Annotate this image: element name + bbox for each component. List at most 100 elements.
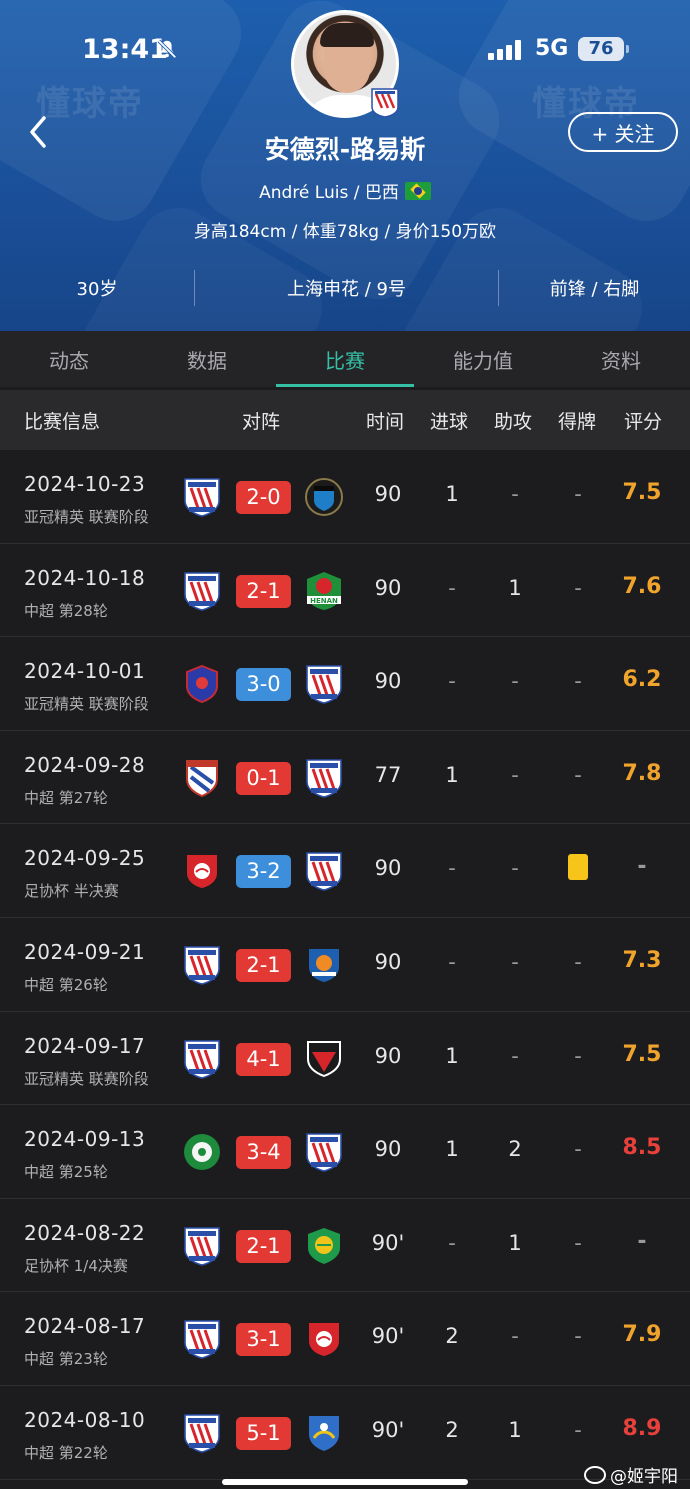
match-date: 2024-09-17 [24, 1033, 146, 1058]
match-score: 2-0 [236, 481, 291, 514]
match-competition: 足协杯 半决赛 [24, 882, 119, 901]
match-competition: 亚冠精英 联赛阶段 [24, 695, 149, 714]
goals-value: 1 [445, 1043, 459, 1068]
shenhua-logo [303, 663, 345, 705]
match-row[interactable]: 2024-08-22 足协杯 1/4决赛 2-1 90' - 1 - - [0, 1198, 690, 1293]
match-date: 2024-08-10 [24, 1407, 146, 1432]
match-row[interactable]: 2024-10-23 亚冠精英 联赛阶段 2-0 90 1 - - 7.5 [0, 450, 690, 544]
match-competition: 亚冠精英 联赛阶段 [24, 508, 149, 526]
meizhou-logo [181, 757, 223, 799]
match-score: 0-1 [236, 761, 291, 795]
match-row[interactable]: 2024-08-17 中超 第23轮 3-1 90' 2 - - 7.9 [0, 1292, 690, 1386]
match-date: 2024-08-22 [24, 1220, 146, 1245]
assists-value: - [511, 949, 519, 974]
shenhua-logo [181, 1038, 223, 1080]
guoan-logo [303, 1225, 345, 1267]
header-rating: 评分 [624, 411, 663, 433]
minutes-played: 77 [374, 762, 402, 787]
minutes-played: 90 [374, 949, 402, 974]
svg-text:HENAN: HENAN [310, 597, 338, 605]
match-date: 2024-10-23 [24, 472, 146, 496]
bell-muted-icon [157, 39, 177, 59]
header-cards: 得牌 [558, 411, 597, 433]
match-score: 3-0 [236, 668, 291, 702]
match-score: 3-2 [236, 855, 291, 889]
cards-value: - [574, 1137, 582, 1162]
goals-value: 2 [445, 1417, 459, 1442]
rating-value: 7.3 [622, 947, 662, 973]
tab-data[interactable]: 数据 [138, 331, 276, 387]
rating-value: - [637, 1228, 647, 1254]
shenhua-logo [181, 570, 223, 612]
assists-value: 1 [508, 1230, 522, 1255]
home-indicator[interactable] [222, 1479, 468, 1485]
match-date: 2024-09-13 [24, 1127, 146, 1152]
match-row[interactable]: 2024-09-28 中超 第27轮 0-1 77 1 - - 7.8 [0, 730, 690, 825]
assists-value: - [511, 762, 519, 787]
goals-value: 1 [445, 1137, 459, 1162]
rating-value: 6.2 [622, 667, 662, 693]
match-competition: 亚冠精英 联赛阶段 [24, 1069, 149, 1088]
match-competition: 中超 第28轮 [24, 601, 108, 620]
player-age: 30岁 [76, 279, 118, 300]
match-row[interactable]: 2024-09-13 中超 第25轮 3-4 90 1 2 - 8.5 [0, 1105, 690, 1199]
assists-value: - [511, 856, 519, 881]
match-competition: 足协杯 1/4决赛 [24, 1256, 128, 1275]
brazil-flag-icon [404, 181, 431, 200]
rating-value: 7.5 [622, 1041, 662, 1067]
match-row[interactable]: 2024-09-21 中超 第26轮 2-1 90 - - - 7.3 [0, 917, 690, 1012]
match-row[interactable]: 2024-09-25 足协杯 半决赛 3-2 90 - - - [0, 824, 690, 918]
match-score: 4-1 [236, 1042, 291, 1076]
cards-value: - [574, 482, 582, 506]
player-name: 安德烈-路易斯 [264, 135, 426, 164]
minutes-played: 90' [371, 1417, 405, 1442]
match-date: 2024-09-25 [24, 846, 146, 871]
match-row[interactable]: 2024-10-18 中超 第28轮 2-1 HENAN 90 - 1 - 7.6 [0, 543, 690, 638]
player-nationality: André Luis / 巴西 [259, 183, 399, 203]
goals-value: 1 [445, 762, 459, 787]
rating-value: 8.5 [622, 1135, 662, 1161]
header-match-info: 比赛信息 [24, 411, 101, 433]
match-competition: 中超 第26轮 [24, 975, 108, 994]
player-profile-page: 懂球帝 懂球帝 13:41 5G 76 + 关注 安德烈-路易斯 André L… [0, 0, 690, 1489]
minutes-played: 90' [371, 1230, 405, 1255]
rating-value: 7.6 [622, 573, 662, 599]
shenhua-logo [181, 944, 223, 986]
minutes-played: 90 [374, 856, 402, 881]
shenzhen-logo [303, 944, 345, 986]
cards-value: - [574, 669, 582, 694]
weibo-icon [584, 1465, 606, 1484]
goals-value: - [448, 949, 456, 974]
goals-value: - [448, 575, 456, 600]
tab-news[interactable]: 动态 [0, 331, 138, 387]
goals-value: - [448, 1230, 456, 1255]
assists-value: 2 [508, 1137, 522, 1162]
header-time: 时间 [366, 411, 405, 433]
henan-logo: HENAN [303, 570, 345, 612]
cards-value: - [574, 762, 582, 787]
shenhua-logo [303, 1131, 345, 1173]
player-header: 懂球帝 懂球帝 13:41 5G 76 + 关注 安德烈-路易斯 André L… [0, 0, 690, 331]
match-competition: 中超 第27轮 [24, 788, 108, 807]
match-row[interactable]: 2024-09-17 亚冠精英 联赛阶段 4-1 90 1 - - 7.5 [0, 1011, 690, 1106]
shenhua-logo [303, 850, 345, 892]
match-date: 2024-09-21 [24, 939, 146, 964]
cards-value: - [574, 1324, 582, 1349]
cards-cell: - [556, 576, 600, 600]
assists-value: - [511, 1043, 519, 1068]
cards-cell [556, 854, 600, 885]
assists-value: - [511, 482, 519, 506]
player-subtitle: André Luis / 巴西 [0, 178, 690, 203]
weibo-handle: @姬宇阳 [610, 1467, 678, 1487]
battery-icon: 76 [578, 37, 629, 61]
tab-profile[interactable]: 资料 [552, 331, 690, 387]
tab-ability[interactable]: 能力值 [414, 331, 552, 387]
kawasaki-logo [303, 476, 345, 518]
tab-matches[interactable]: 比赛 [276, 331, 414, 387]
cards-value: - [574, 1230, 582, 1255]
goals-value: 1 [445, 482, 459, 506]
goals-value: - [448, 856, 456, 881]
johor-logo [181, 663, 223, 705]
assists-value: - [511, 669, 519, 694]
match-row[interactable]: 2024-10-01 亚冠精英 联赛阶段 3-0 90 - - - 6.2 [0, 637, 690, 731]
